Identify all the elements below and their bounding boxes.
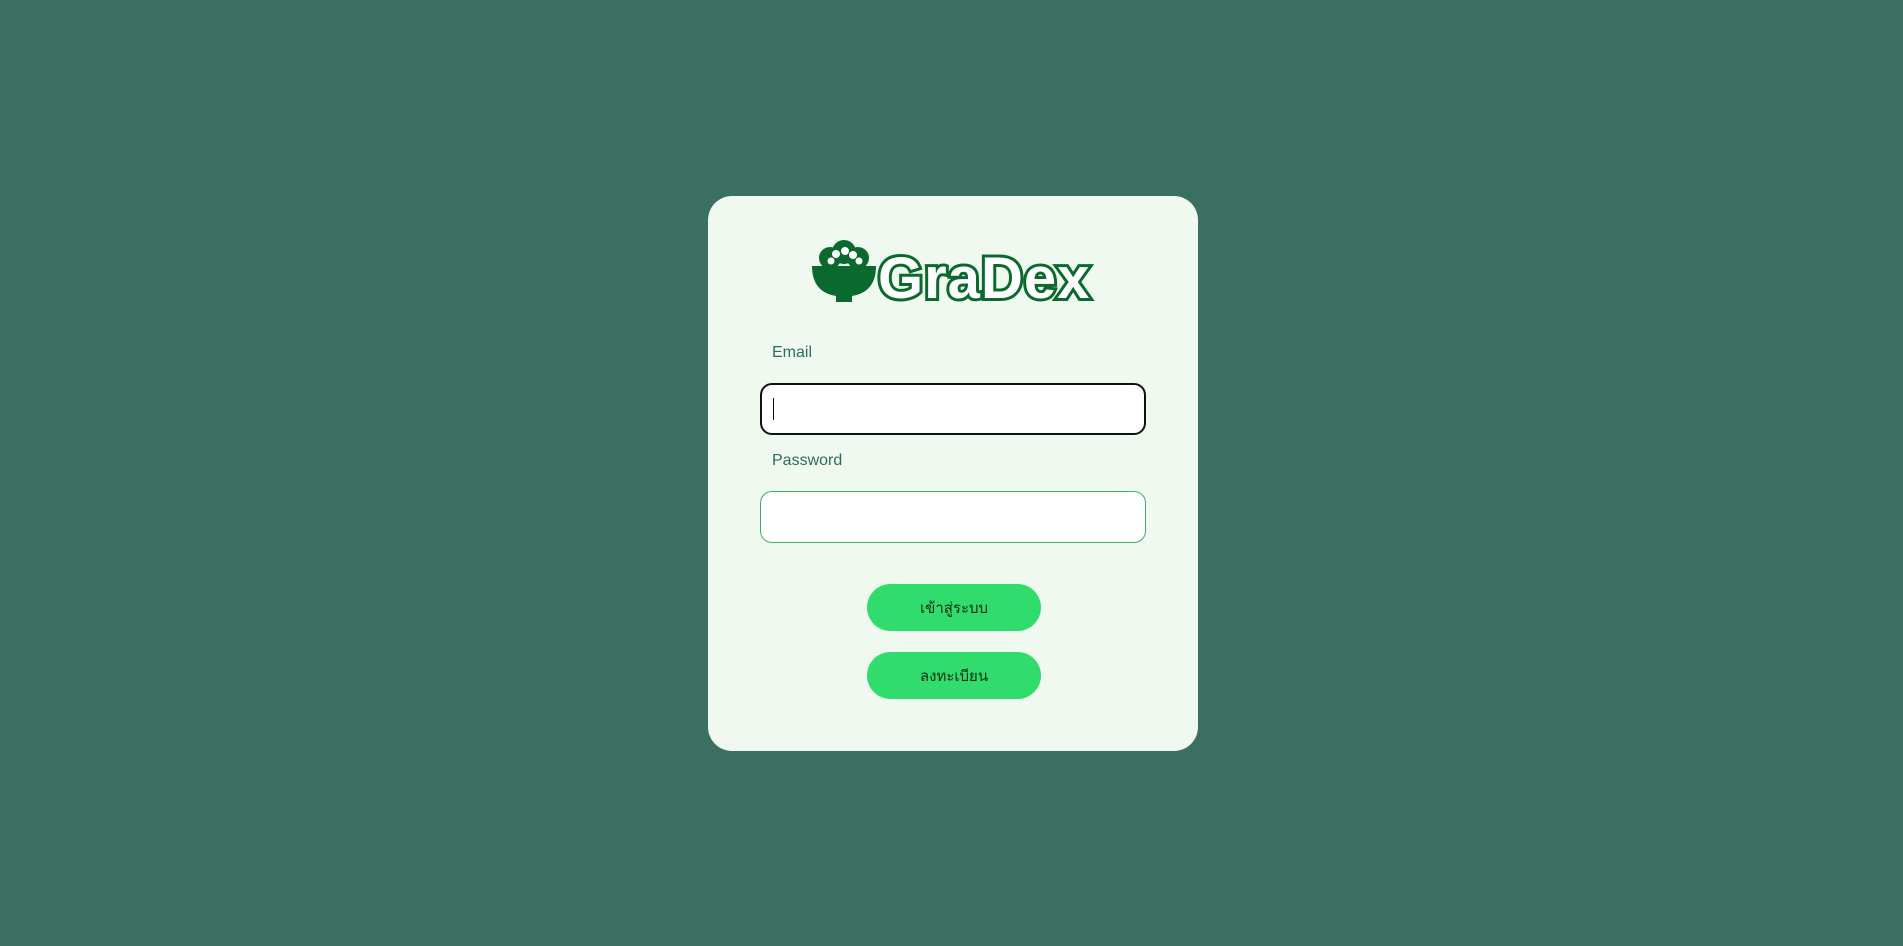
email-field[interactable] bbox=[760, 383, 1146, 435]
brand-name: GraDex bbox=[878, 246, 1090, 306]
password-field[interactable] bbox=[760, 491, 1146, 543]
login-button[interactable]: เข้าสู่ระบบ bbox=[867, 584, 1041, 631]
text-caret bbox=[773, 398, 774, 420]
email-label: Email bbox=[772, 344, 813, 361]
password-label: Password bbox=[772, 452, 843, 469]
login-card: GraDex Email Password เข้าสู่ระบบ ลงทะเบ… bbox=[708, 196, 1198, 751]
gradex-logo: GraDex bbox=[806, 236, 1096, 306]
rice-bowl-icon bbox=[812, 240, 876, 302]
register-button[interactable]: ลงทะเบียน bbox=[867, 652, 1041, 699]
